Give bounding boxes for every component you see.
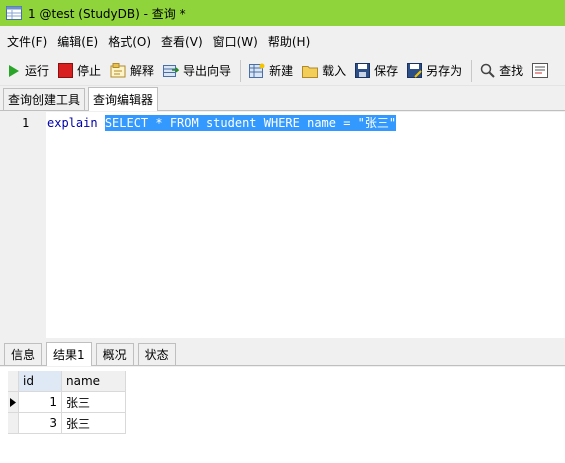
tab-info[interactable]: 信息 [4,343,43,365]
tab-status[interactable]: 状态 [137,343,176,365]
new-label: 新建 [269,64,294,78]
cell-id[interactable]: 1 [19,392,62,413]
row-indicator-header [8,371,19,392]
result-tab-strip: 信息 结果1 概况 状态 [0,342,565,366]
line-number: 1 [22,116,30,130]
tab-query-editor[interactable]: 查询编辑器 [88,87,159,111]
editor-tab-strip: 查询创建工具 查询编辑器 [0,87,565,111]
sql-keyword-explain: explain [47,116,98,130]
menu-file[interactable]: 文件(F) [2,33,52,50]
table-row[interactable]: 1 张三 [8,392,126,413]
explain-label: 解释 [130,64,155,78]
tab-query-builder[interactable]: 查询创建工具 [3,88,86,110]
save-as-button[interactable]: 另存为 [404,59,465,83]
line-number-gutter: 1 [0,112,46,338]
menu-edit[interactable]: 编辑(E) [52,33,103,50]
cell-id[interactable]: 3 [19,413,62,434]
save-button[interactable]: 保存 [352,59,401,83]
menu-bar: 文件(F) 编辑(E) 格式(O) 查看(V) 窗口(W) 帮助(H) [0,30,565,52]
folder-icon [302,65,319,78]
result-grid[interactable]: id name 1 张三 3 张三 [8,371,126,434]
export-icon [163,65,180,77]
menu-window[interactable]: 窗口(W) [208,33,263,50]
new-query-icon [249,63,265,78]
text-document-icon [532,63,549,78]
more-button[interactable] [529,59,555,83]
find-label: 查找 [499,64,524,78]
selected-sql-text[interactable]: SELECT * FROM student WHERE name = "张三" [104,115,397,131]
tab-profile[interactable]: 概况 [95,343,134,365]
explain-button[interactable]: 解释 [107,59,157,83]
new-button[interactable]: 新建 [246,59,296,83]
toolbar: 运行 停止 解释 导出向导 新建 载入 保存 另存为 查找 [0,56,565,86]
window-title: 1 @test (StudyDB) - 查询 * [28,6,186,21]
stop-icon [58,63,74,78]
menu-view[interactable]: 查看(V) [156,33,208,50]
code-line[interactable]: explain SELECT * FROM student WHERE name… [47,115,397,131]
stop-button[interactable]: 停止 [55,59,104,83]
export-wizard-label: 导出向导 [183,64,232,78]
export-wizard-button[interactable]: 导出向导 [160,59,234,83]
play-icon [9,64,19,77]
load-label: 载入 [322,64,347,78]
tab-result1[interactable]: 结果1 [46,342,92,366]
stop-label: 停止 [77,64,102,78]
query-window: 1 @test (StudyDB) - 查询 * 文件(F) 编辑(E) 格式(… [0,0,565,463]
save-label: 保存 [374,64,399,78]
grid-header-row: id name [8,371,126,392]
query-table-icon [6,6,22,20]
current-row-arrow-icon [10,397,16,407]
find-button[interactable]: 查找 [477,59,526,83]
save-as-label: 另存为 [426,64,463,78]
result-grid-area: id name 1 张三 3 张三 [0,367,565,463]
explain-icon [110,63,126,78]
current-row-indicator [8,392,19,413]
toolbar-divider [240,59,242,82]
column-header-id[interactable]: id [19,371,62,392]
save-as-icon [407,63,423,78]
toolbar-divider [471,59,473,82]
menu-format[interactable]: 格式(O) [103,33,156,50]
save-icon [355,63,371,78]
title-bar[interactable]: 1 @test (StudyDB) - 查询 * [0,0,565,26]
search-icon [480,63,495,78]
load-button[interactable]: 载入 [299,59,349,83]
cell-name[interactable]: 张三 [62,413,126,434]
sql-editor[interactable]: 1 explain SELECT * FROM student WHERE na… [0,112,565,338]
column-header-name[interactable]: name [62,371,126,392]
menu-help[interactable]: 帮助(H) [263,33,315,50]
table-row[interactable]: 3 张三 [8,413,126,434]
run-button[interactable]: 运行 [4,59,52,83]
cell-name[interactable]: 张三 [62,392,126,413]
run-label: 运行 [25,64,50,78]
row-indicator [8,413,19,434]
